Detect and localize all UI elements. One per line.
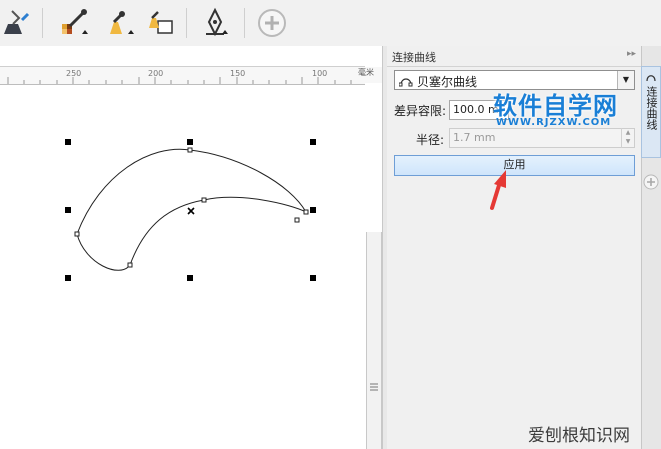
tolerance-label: 差异容限:: [394, 104, 447, 118]
annotation-arrow-icon: [490, 170, 506, 210]
pen-nib-icon[interactable]: [198, 6, 232, 40]
copy-properties-icon[interactable]: [144, 6, 178, 40]
scrollbar-track-top: [366, 84, 382, 232]
bezier-curve-icon: [399, 78, 413, 87]
bezier-curve-icon: [646, 75, 656, 82]
add-tab-icon[interactable]: [643, 174, 659, 190]
toolbar-separator: [42, 8, 43, 38]
vertical-scrollbar[interactable]: [366, 232, 382, 449]
docker-collapse-icon[interactable]: ▸▸: [627, 49, 636, 59]
chevron-down-icon[interactable]: ▼: [617, 71, 634, 89]
add-icon[interactable]: [255, 6, 289, 40]
curve-nodes: [74, 147, 309, 268]
attribute-eyedropper-icon[interactable]: [104, 6, 138, 40]
drawing-canvas[interactable]: [0, 84, 366, 449]
tab-connect-curves-label: 连接曲线: [645, 86, 658, 130]
horizontal-ruler: 250 200 150 100: [0, 66, 365, 85]
docker-title: 连接曲线: [392, 51, 436, 64]
watermark-title: 软件自学网: [493, 92, 618, 120]
eyedropper-icon[interactable]: [58, 6, 92, 40]
watermark-url: WWW.RJZXW.COM: [496, 117, 612, 128]
ruler-unit-label: 毫米: [358, 67, 382, 83]
radius-input: 1.7 mm: [449, 128, 635, 148]
radius-value: 1.7 mm: [453, 131, 496, 144]
center-marker-icon: [187, 207, 195, 215]
ruler-ticks: [7, 77, 352, 84]
watermark-bottom: 爱刨根知识网: [528, 426, 630, 446]
toolbar-separator: [186, 8, 187, 38]
toolbar-separator: [244, 8, 245, 38]
fill-bucket-icon[interactable]: [0, 6, 34, 40]
connect-mode-value: 贝塞尔曲线: [417, 75, 478, 89]
radius-label: 半径:: [416, 133, 445, 147]
toolbar: [0, 0, 661, 47]
canvas-top-area: [0, 46, 386, 66]
scroll-grip-icon: [370, 383, 378, 391]
radius-stepper: ▲ ▼: [621, 128, 634, 148]
